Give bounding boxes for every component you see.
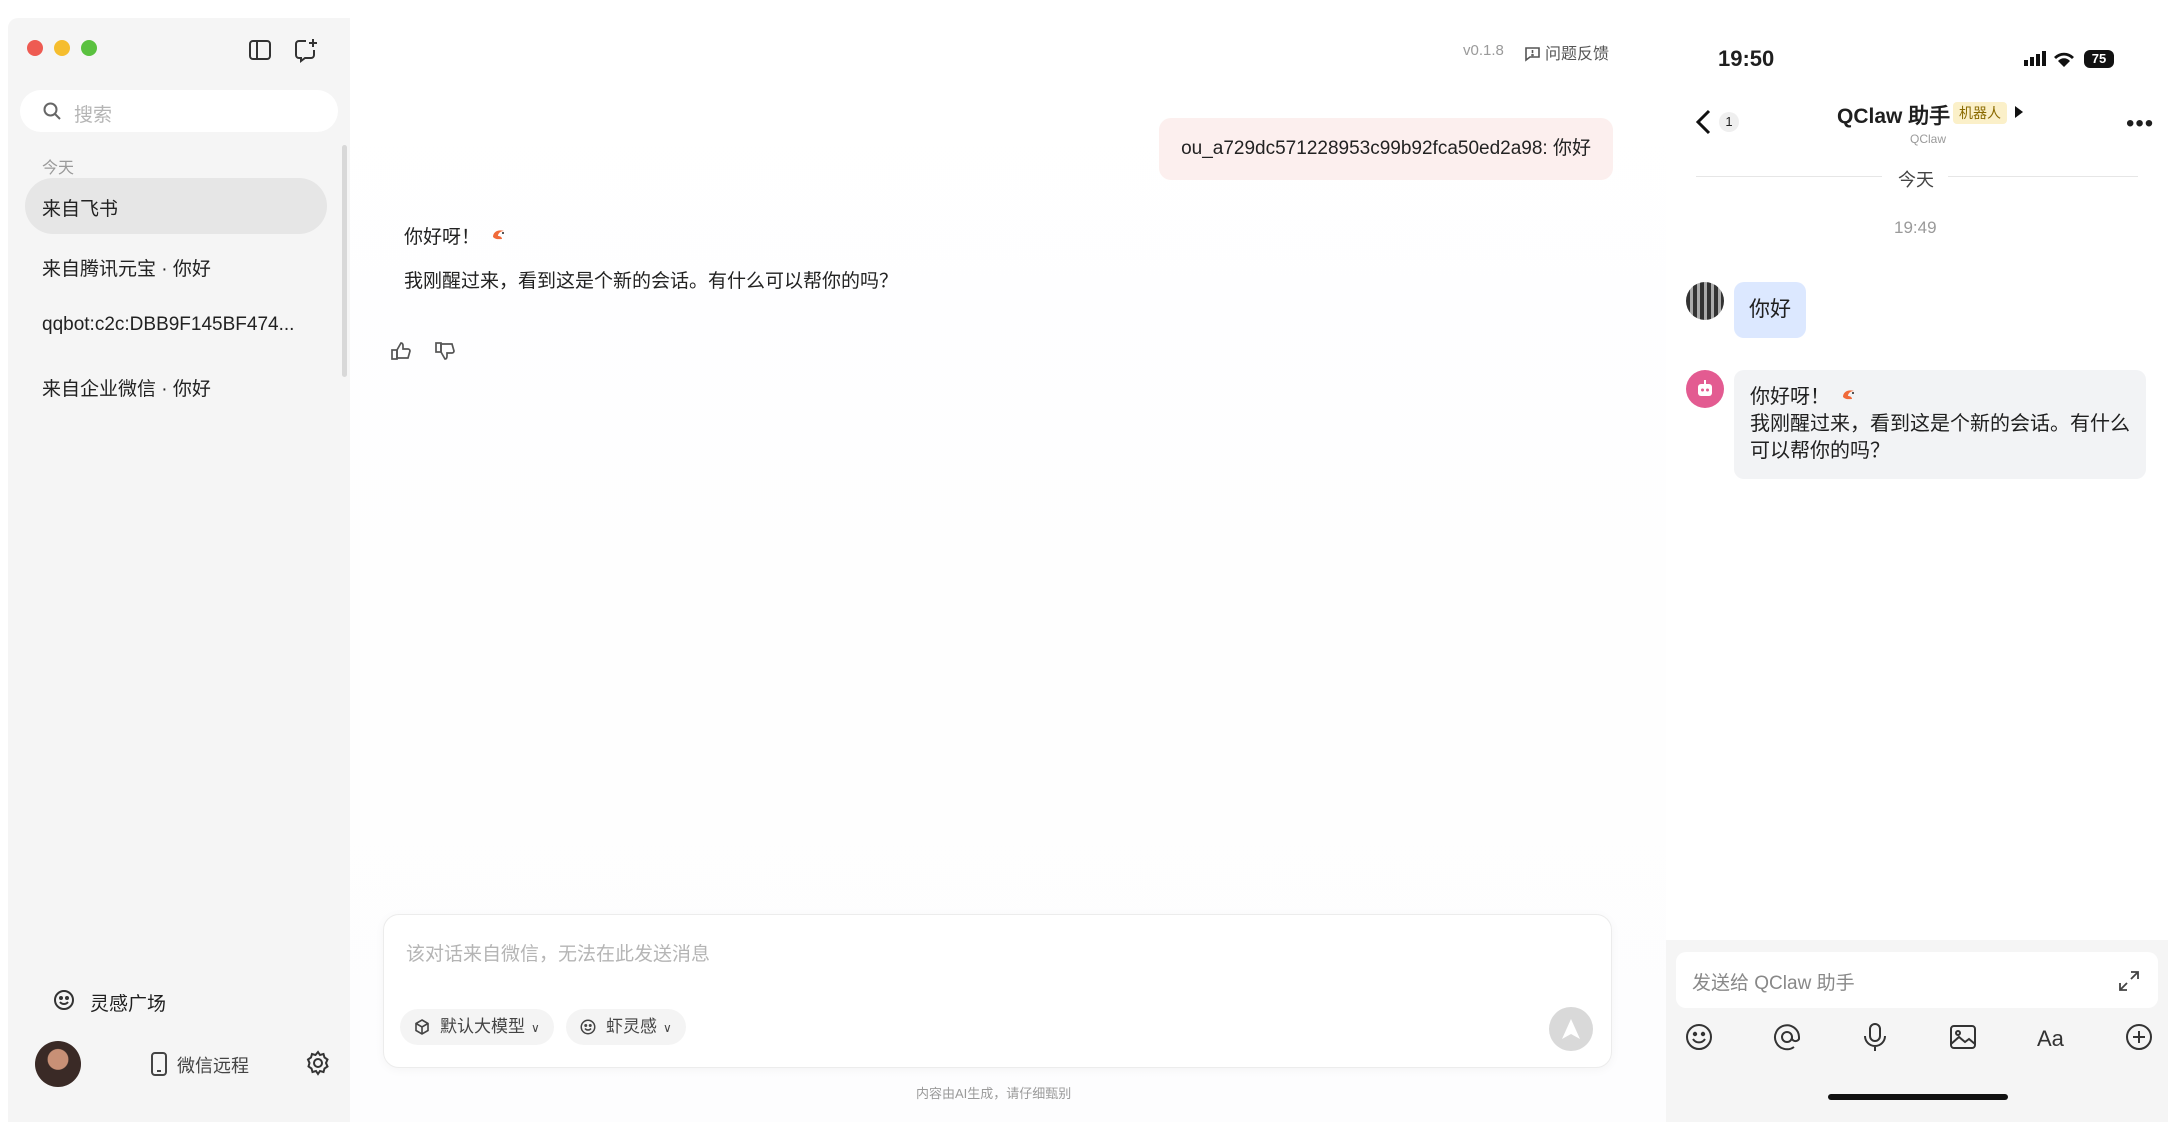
add-icon[interactable] <box>2122 1020 2156 1054</box>
conversation-label: 来自飞书 <box>42 199 119 220</box>
user-message-bubble: ou_a729dc571228953c99b92fca50ed2a98: 你好 <box>1159 118 1613 180</box>
send-arrow-icon <box>1562 1019 1580 1039</box>
at-icon[interactable] <box>1770 1020 1804 1054</box>
new-chat-icon[interactable] <box>292 36 320 64</box>
shrimp-emoji-icon <box>493 230 505 240</box>
sidebar-scrollbar[interactable] <box>342 145 347 377</box>
phone-message-input[interactable]: 发送给 QClaw 助手 <box>1676 952 2158 1008</box>
message-timestamp: 19:49 <box>1894 218 1937 237</box>
ai-message-line: 我刚醒过来，看到这是个新的会话。有什么可以帮你的吗？ <box>404 271 899 292</box>
status-time: 19:50 <box>1718 46 1775 71</box>
conversation-label: qqbot:c2c:DBB9F145BF474... <box>42 314 295 335</box>
sidebar-toggle-icon[interactable] <box>246 36 274 64</box>
phone-icon <box>151 1052 167 1076</box>
user-avatar[interactable] <box>1686 282 1724 320</box>
send-button[interactable] <box>1549 1007 1593 1051</box>
conversation-item[interactable]: 来自飞书 <box>25 178 327 234</box>
inspire-chip[interactable]: 虾灵感 ∨ <box>566 1009 686 1045</box>
user-message-bubble: 你好 <box>1734 282 1806 338</box>
bot-badge: 机器人 <box>1953 102 2007 124</box>
composer-placeholder: 该对话来自微信，无法在此发送消息 <box>406 944 711 965</box>
date-divider: 今天 <box>1898 170 1934 190</box>
mic-icon[interactable] <box>1858 1020 1892 1054</box>
ai-message-line: 你好呀！ <box>404 222 508 249</box>
conversation-label: 来自企业微信 · 你好 <box>42 379 211 400</box>
shrimp-emoji-icon <box>1843 390 1854 400</box>
search-icon <box>43 102 61 120</box>
version-label: v0.1.8 <box>1463 42 1504 59</box>
search-placeholder: 搜索 <box>74 105 113 126</box>
close-window-button[interactable] <box>27 40 43 56</box>
minimize-window-button[interactable] <box>54 40 70 56</box>
battery-indicator: 75 <box>2084 50 2114 68</box>
inspiration-label: 灵感广场 <box>90 994 167 1015</box>
conversation-item[interactable]: qqbot:c2c:DBB9F145BF474... <box>25 298 327 354</box>
wechat-remote-label: 微信远程 <box>177 1056 249 1076</box>
model-select-chip[interactable]: 默认大模型 ∨ <box>400 1009 554 1045</box>
thumbs-up-icon[interactable] <box>390 340 412 362</box>
desktop-window: 搜索 今天 来自飞书 来自腾讯元宝 · 你好 qqbot:c2c:DBB9F14… <box>0 0 1666 1122</box>
bot-message-line: 我刚醒过来，看到这是个新的会话。有什么可以帮你的吗？ <box>1750 413 2130 462</box>
expand-icon[interactable] <box>2118 970 2140 992</box>
back-arrow-icon[interactable] <box>1694 108 1714 136</box>
smile-sparkle-icon <box>54 990 74 1010</box>
play-triangle-icon[interactable] <box>2014 105 2024 119</box>
thumbs-down-icon[interactable] <box>434 340 456 362</box>
bot-message-bubble: 你好呀！ 我刚醒过来，看到这是个新的会话。有什么可以帮你的吗？ <box>1734 370 2146 479</box>
divider-line <box>1948 176 2138 177</box>
model-chip-label: 默认大模型 <box>440 1017 525 1036</box>
bot-avatar[interactable] <box>1686 370 1724 408</box>
inspire-chip-label: 虾灵感 <box>606 1017 657 1036</box>
feedback-button[interactable]: 问题反馈 <box>1524 40 1609 64</box>
feedback-label: 问题反馈 <box>1545 46 1610 63</box>
conversation-item[interactable]: 来自腾讯元宝 · 你好 <box>25 238 327 294</box>
chat-title[interactable]: QClaw 助手 <box>1837 100 1950 130</box>
chevron-down-icon: ∨ <box>663 1021 672 1035</box>
bot-message-line: 你好呀！ <box>1750 384 2130 411</box>
chevron-down-icon: ∨ <box>531 1021 540 1035</box>
signal-wifi-icon <box>2024 51 2074 67</box>
ai-message-text: 你好呀！ <box>404 227 481 248</box>
search-input[interactable]: 搜索 <box>20 90 338 132</box>
emoji-icon[interactable] <box>1682 1020 1716 1054</box>
section-today-label: 今天 <box>42 160 75 177</box>
wechat-remote-button[interactable]: 微信远程 <box>150 1052 249 1081</box>
user-avatar[interactable] <box>35 1041 81 1087</box>
conversation-item[interactable]: 来自企业微信 · 你好 <box>25 358 327 414</box>
chat-subtitle: QClaw <box>1910 132 1947 146</box>
bot-message-text: 你好呀！ <box>1750 386 1830 408</box>
image-icon[interactable] <box>1946 1020 1980 1054</box>
conversation-label: 来自腾讯元宝 · 你好 <box>42 259 211 280</box>
unread-count-badge: 1 <box>1719 112 1739 132</box>
phone-input-placeholder: 发送给 QClaw 助手 <box>1692 973 1855 994</box>
phone-input-area: 发送给 QClaw 助手 Aa <box>1666 940 2168 1122</box>
gear-icon[interactable] <box>305 1050 331 1076</box>
divider-line <box>1696 176 1882 177</box>
inspiration-square-button[interactable]: 灵感广场 <box>52 988 166 1017</box>
message-composer[interactable]: 该对话来自微信，无法在此发送消息 默认大模型 ∨ 虾灵感 ∨ <box>383 914 1612 1068</box>
home-indicator <box>1828 1094 2008 1100</box>
feedback-icon <box>1525 47 1540 62</box>
maximize-window-button[interactable] <box>81 40 97 56</box>
svg-text:Aa: Aa <box>2037 1026 2065 1051</box>
robot-icon <box>1698 380 1712 396</box>
cube-icon <box>415 1019 429 1035</box>
ai-disclaimer: 内容由AI生成，请仔细甄别 <box>916 1086 1072 1101</box>
font-icon[interactable]: Aa <box>2034 1020 2068 1054</box>
phone-screen: 19:50 75 1 QClaw 助手 机器人 QClaw ••• 今天 19:… <box>1666 0 2168 1122</box>
smile-sparkle-icon <box>580 1019 596 1035</box>
more-icon[interactable]: ••• <box>2126 110 2154 138</box>
